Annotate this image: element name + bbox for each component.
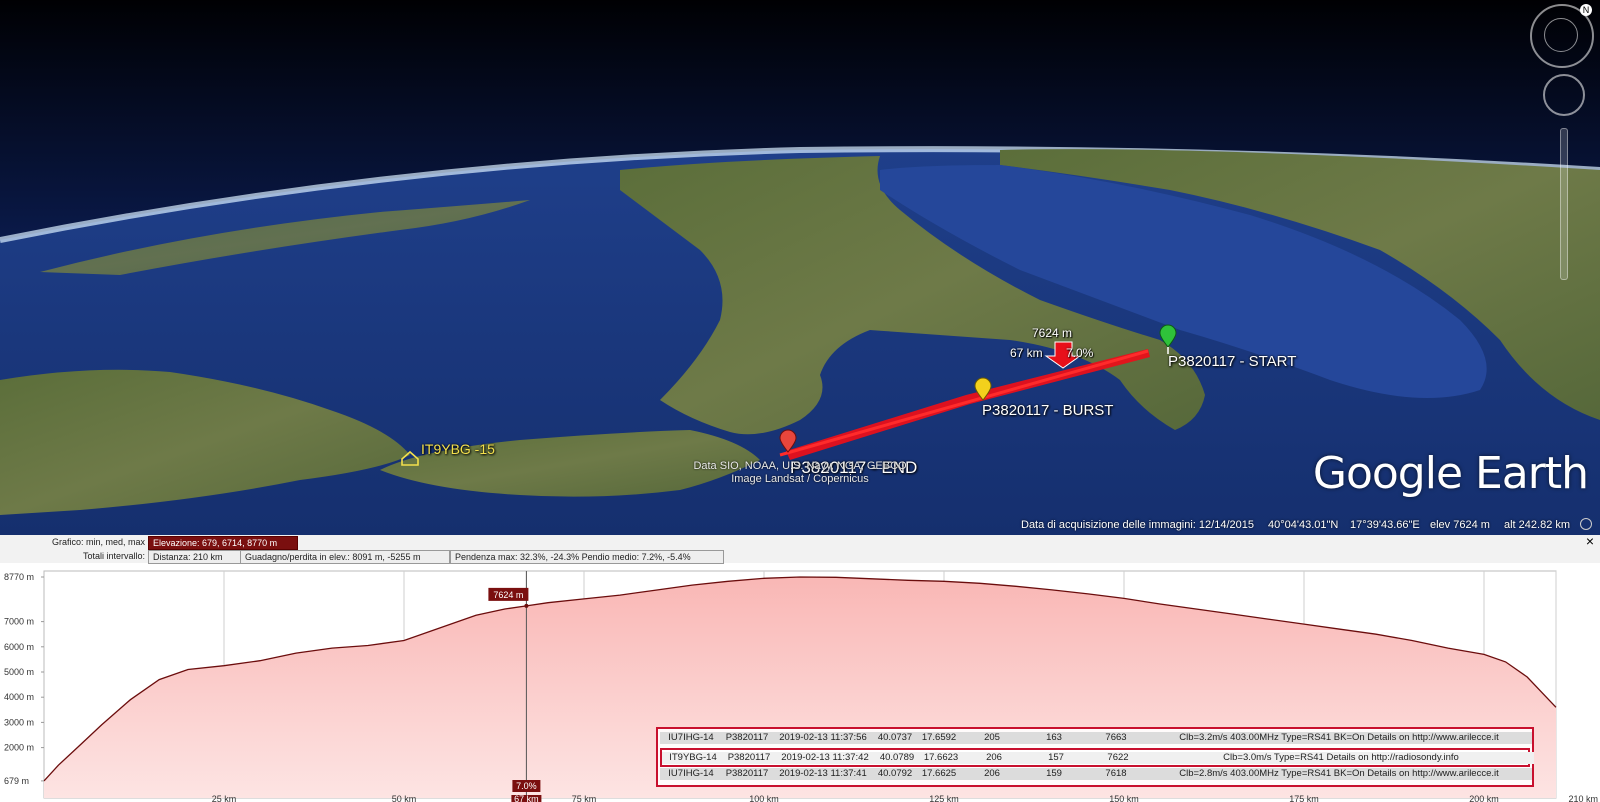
y-tick-label: 679 m: [4, 776, 29, 786]
table-cell-call: IT9YBG-14: [662, 752, 724, 764]
table-cell-lat: 40.0792: [872, 768, 918, 780]
aprs-packet-table: IU7IHG-14 P3820117 2019-02-13 11:37:56 40.0…: [656, 727, 1534, 787]
globe-viewport[interactable]: P3820117 - START P3820117 - BURST P38201…: [0, 0, 1600, 535]
look-joystick-inner: [1544, 18, 1578, 52]
y-tick-label: 6000 m: [4, 642, 34, 652]
cursor-grade: 7.0%: [1066, 346, 1094, 360]
station-label[interactable]: IT9YBG -15: [421, 441, 495, 457]
burst-marker-label[interactable]: P3820117 - BURST: [982, 402, 1113, 419]
slope-stats: Pendenza max: 32.3%, -24.3% Pendio medio…: [450, 550, 724, 564]
table-cell-alt: 7622: [1086, 752, 1150, 764]
interval-totals-label: Totali intervallo:: [82, 551, 145, 561]
table-cell-lon: 17.6592: [916, 732, 962, 744]
table-cell-c1: 205: [960, 732, 1024, 744]
table-cell-lon: 17.6623: [918, 752, 964, 764]
cursor-distance: 67 km: [1010, 346, 1043, 360]
x-tick-label: 200 km: [1469, 794, 1499, 802]
table-cell-id: P3820117: [720, 732, 774, 744]
x-tick-label: 150 km: [1109, 794, 1139, 802]
y-tick-label: 4000 m: [4, 692, 34, 702]
elevation-readout: elev 7624 m: [1430, 519, 1490, 531]
x-tick-label: 210 km: [1568, 794, 1598, 802]
table-cell-c1: 206: [962, 752, 1026, 764]
y-tick-label: 3000 m: [4, 717, 34, 727]
x-tick-label: 25 km: [212, 794, 237, 802]
cursor-elevation: 7624 m: [1032, 326, 1073, 340]
cursor-x-label: 67 km: [514, 794, 539, 802]
table-cell-alt: 7663: [1084, 732, 1148, 744]
x-tick-label: 175 km: [1289, 794, 1319, 802]
x-tick-label: 75 km: [572, 794, 597, 802]
x-tick-label: 125 km: [929, 794, 959, 802]
table-cell-c1: 206: [960, 768, 1024, 780]
zoom-slider[interactable]: [1560, 128, 1568, 280]
status-bar: Data di acquisizione delle immagini: 12/…: [0, 515, 1600, 535]
x-tick-label: 100 km: [749, 794, 779, 802]
table-cell-id: P3820117: [720, 768, 774, 780]
table-row[interactable]: IT9YBG-14 P3820117 2019-02-13 11:37:42 40.0…: [660, 748, 1534, 767]
table-cell-call: IU7IHG-14: [660, 768, 722, 780]
altitude-readout: alt 242.82 km: [1504, 519, 1571, 531]
distance-total: Distanza: 210 km: [148, 550, 242, 564]
move-joystick[interactable]: [1543, 74, 1585, 116]
imagery-attribution: Data SIO, NOAA, U.S. Navy, NGA, GEBCO Im…: [690, 460, 910, 486]
cursor-elev-label: 7624 m: [493, 590, 523, 600]
graph-stats-label: Grafico: min, med, max: [51, 537, 145, 547]
table-cell-lat: 40.0789: [874, 752, 920, 764]
streaming-indicator-icon: [1580, 518, 1592, 530]
y-tick-label: 2000 m: [4, 743, 34, 753]
table-cell-id: P3820117: [722, 752, 776, 764]
table-cell-c2: 159: [1022, 768, 1086, 780]
y-axis-ticks: 679 m 2000 m 3000 m 4000 m 5000 m 6000 m 7000 …: [4, 572, 44, 786]
cursor-grade-label: 7.0%: [516, 781, 537, 791]
table-cell-c2: 157: [1024, 752, 1088, 764]
imagery-date: Data di acquisizione delle immagini: 12/…: [1021, 519, 1254, 531]
y-tick-label: 5000 m: [4, 667, 34, 677]
table-cell-time: 2019-02-13 11:37:42: [774, 752, 876, 764]
table-cell-comment: Clb=3.0m/s Type=RS41 Details on http://r…: [1148, 752, 1534, 764]
table-row[interactable]: IU7IHG-14 P3820117 2019-02-13 11:37:41 40.0…: [660, 766, 1532, 781]
table-cell-lat: 40.0737: [872, 732, 918, 744]
y-tick-label: 8770 m: [4, 572, 34, 582]
table-cell-c2: 163: [1022, 732, 1086, 744]
y-tick-label: 7000 m: [4, 617, 34, 627]
longitude-readout: 17°39'43.66"E: [1350, 519, 1420, 531]
table-cell-comment: Clb=3.2m/s 403.00MHz Type=RS41 BK=On Det…: [1146, 732, 1532, 744]
table-cell-call: IU7IHG-14: [660, 732, 722, 744]
start-marker-label[interactable]: P3820117 - START: [1168, 353, 1296, 370]
table-cell-time: 2019-02-13 11:37:41: [772, 768, 874, 780]
table-cell-lon: 17.6625: [916, 768, 962, 780]
attribution-line1: Data SIO, NOAA, U.S. Navy, NGA, GEBCO: [693, 460, 907, 472]
latitude-readout: 40°04'43.01"N: [1268, 519, 1339, 531]
close-profile-button[interactable]: ×: [1586, 533, 1594, 549]
elevation-stats: Elevazione: 679, 6714, 8770 m: [148, 536, 298, 550]
attribution-line2: Image Landsat / Copernicus: [731, 473, 869, 485]
table-row[interactable]: IU7IHG-14 P3820117 2019-02-13 11:37:56 40.0…: [660, 730, 1532, 745]
table-cell-time: 2019-02-13 11:37:56: [772, 732, 874, 744]
elevation-gain-loss: Guadagno/perdita in elev.: 8091 m, -5255…: [240, 550, 450, 564]
north-reset-icon[interactable]: N: [1580, 4, 1592, 16]
table-cell-alt: 7618: [1084, 768, 1148, 780]
google-earth-logo: Google Earth: [1312, 448, 1589, 499]
cursor-point: [524, 603, 529, 608]
x-tick-label: 50 km: [392, 794, 417, 802]
profile-header: Grafico: min, med, max Elevazione: 679, …: [0, 533, 1600, 564]
table-cell-comment: Clb=2.8m/s 403.00MHz Type=RS41 BK=On Det…: [1146, 768, 1532, 780]
